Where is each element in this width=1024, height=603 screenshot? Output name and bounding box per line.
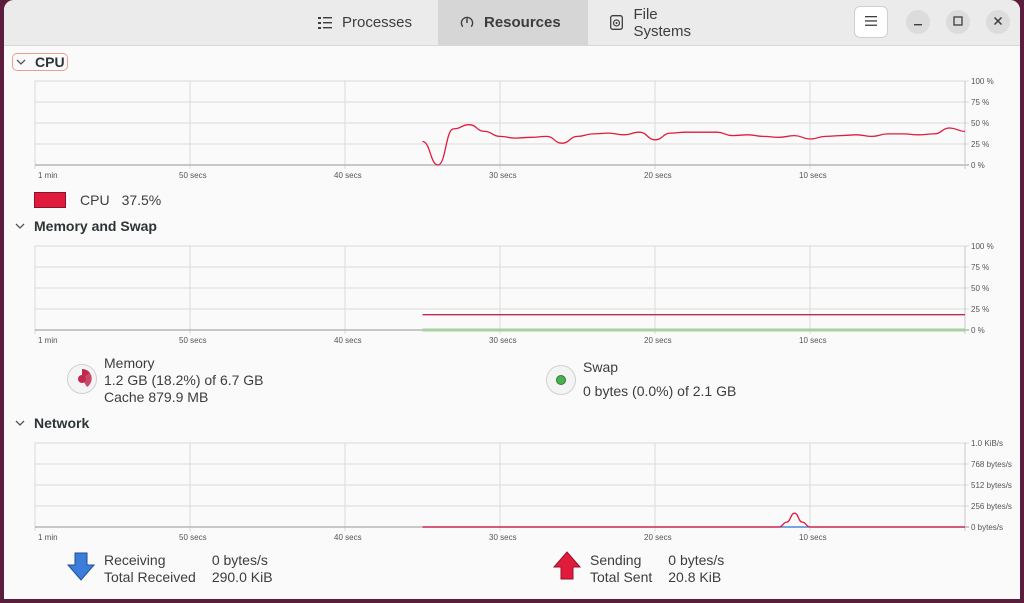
cpu-section-toggle[interactable]: CPU xyxy=(12,53,68,71)
cpu-color-swatch[interactable] xyxy=(34,192,66,208)
y-tick-label: 25 % xyxy=(971,140,989,149)
tab-resources[interactable]: Resources xyxy=(438,0,588,45)
memory-pie-button[interactable] xyxy=(67,364,97,394)
arrow-down-icon xyxy=(66,552,96,581)
maximize-icon xyxy=(953,13,963,31)
x-tick-label: 20 secs xyxy=(644,533,672,542)
header-bar: Processes Resources File Systems xyxy=(4,0,1020,46)
close-icon xyxy=(993,13,1003,31)
main-menu-button[interactable] xyxy=(854,6,888,38)
x-tick-label: 50 secs xyxy=(179,336,207,345)
x-tick-label: 40 secs xyxy=(334,336,362,345)
x-tick-label: 50 secs xyxy=(179,171,207,180)
sending-color-button[interactable] xyxy=(552,550,582,587)
y-tick-label: 512 bytes/s xyxy=(971,481,1012,490)
hamburger-menu-icon xyxy=(865,13,877,31)
tab-processes[interactable]: Processes xyxy=(296,0,438,45)
memory-graph: 100 % 75 % 50 % 25 % 0 % 1 min 50 secs 40 secs 3… xyxy=(34,242,994,345)
minimize-icon xyxy=(913,13,923,31)
gauge-icon xyxy=(460,16,474,30)
list-icon xyxy=(318,16,332,30)
tab-file-systems[interactable]: File Systems xyxy=(588,0,738,45)
y-tick-label: 75 % xyxy=(971,263,989,272)
tab-processes-label: Processes xyxy=(342,14,413,31)
memory-info: Memory 1.2 GB (18.2%) of 6.7 GB Cache 87… xyxy=(104,355,264,406)
arrow-up-icon xyxy=(552,551,582,580)
receiving-value: 0 bytes/s xyxy=(211,552,268,568)
y-tick-label: 25 % xyxy=(971,305,989,314)
network-section-toggle[interactable]: Network xyxy=(14,415,89,431)
swap-pie-icon xyxy=(556,375,566,385)
x-tick-label: 10 secs xyxy=(799,171,827,180)
cpu-graph: 100 % 75 % 50 % 25 % 0 % 1 min 50 secs 40 secs 3… xyxy=(34,77,994,180)
x-tick-label: 40 secs xyxy=(334,533,362,542)
disk-icon xyxy=(610,15,624,30)
memory-cache: Cache 879.9 MB xyxy=(104,389,209,405)
y-tick-label: 75 % xyxy=(971,98,989,107)
chevron-down-icon xyxy=(15,420,25,426)
maximize-button[interactable] xyxy=(946,10,970,34)
y-tick-label: 768 bytes/s xyxy=(971,460,1012,469)
swap-info: Swap 0 bytes (0.0%) of 2.1 GB xyxy=(583,355,736,403)
x-tick-label: 30 secs xyxy=(489,533,517,542)
swap-label: Swap xyxy=(583,359,619,375)
sending-info: Sending 0 bytes/s Total Sent 20.8 KiB xyxy=(590,552,724,586)
total-sent-label: Total Sent xyxy=(590,569,653,585)
system-monitor-window: Processes Resources File Systems CPU 100… xyxy=(4,0,1020,599)
total-sent-value: 20.8 KiB xyxy=(668,569,722,585)
x-tick-label: 30 secs xyxy=(489,171,517,180)
x-tick-label: 1 min xyxy=(38,336,58,345)
x-tick-label: 1 min xyxy=(38,171,58,180)
y-tick-label: 1.0 KiB/s xyxy=(971,439,1003,448)
y-tick-label: 50 % xyxy=(971,284,989,293)
swap-pie-button[interactable] xyxy=(546,365,576,395)
swap-usage: 0 bytes (0.0%) of 2.1 GB xyxy=(583,383,737,399)
y-tick-label: 0 bytes/s xyxy=(971,523,1003,532)
minimize-button[interactable] xyxy=(906,10,930,34)
chevron-down-icon xyxy=(15,223,25,229)
memory-section-toggle[interactable]: Memory and Swap xyxy=(14,218,157,234)
receiving-color-button[interactable] xyxy=(66,551,96,588)
y-tick-label: 256 bytes/s xyxy=(971,502,1012,511)
x-tick-label: 10 secs xyxy=(799,336,827,345)
x-tick-label: 10 secs xyxy=(799,533,827,542)
x-tick-label: 1 min xyxy=(38,533,58,542)
cpu-legend-value: 37.5% xyxy=(121,192,162,208)
x-tick-label: 50 secs xyxy=(179,533,207,542)
y-tick-label: 0 % xyxy=(971,326,985,335)
cpu-legend: CPU 37.5% xyxy=(34,192,161,208)
receiving-label: Receiving xyxy=(104,552,166,568)
x-tick-label: 40 secs xyxy=(334,171,362,180)
memory-usage: 1.2 GB (18.2%) of 6.7 GB xyxy=(104,372,264,388)
tab-resources-label: Resources xyxy=(484,14,561,31)
cpu-section-title: CPU xyxy=(35,54,65,70)
chevron-down-icon xyxy=(16,59,26,65)
cpu-legend-label: CPU xyxy=(80,192,110,208)
total-received-value: 290.0 KiB xyxy=(211,569,273,585)
tab-file-systems-label: File Systems xyxy=(633,5,691,40)
y-tick-label: 50 % xyxy=(971,119,989,128)
x-tick-label: 20 secs xyxy=(644,171,672,180)
network-graph: 1.0 KiB/s 768 bytes/s 512 bytes/s 256 bytes… xyxy=(34,439,1012,542)
network-section-title: Network xyxy=(34,415,90,431)
memory-label: Memory xyxy=(104,355,155,371)
x-tick-label: 20 secs xyxy=(644,336,672,345)
receiving-info: Receiving 0 bytes/s Total Received 290.0… xyxy=(104,552,273,586)
sending-label: Sending xyxy=(590,552,642,568)
total-received-label: Total Received xyxy=(104,569,196,585)
sending-value: 0 bytes/s xyxy=(668,552,725,568)
y-tick-label: 100 % xyxy=(971,242,994,251)
y-tick-label: 100 % xyxy=(971,77,994,86)
memory-pie-icon xyxy=(78,369,92,387)
memory-section-title: Memory and Swap xyxy=(34,218,157,234)
close-button[interactable] xyxy=(986,10,1010,34)
y-tick-label: 0 % xyxy=(971,161,985,170)
x-tick-label: 30 secs xyxy=(489,336,517,345)
